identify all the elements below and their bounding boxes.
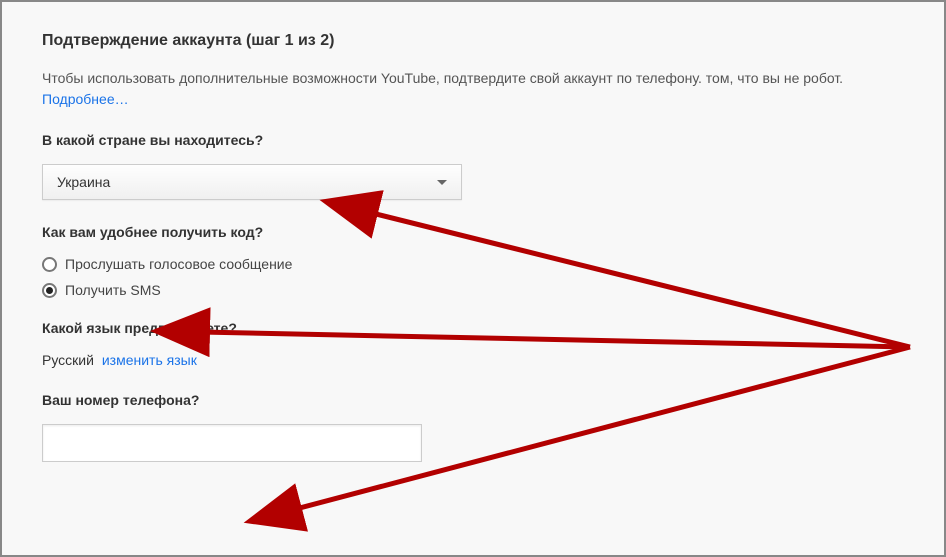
- language-current: Русский: [42, 352, 94, 368]
- radio-icon: [42, 283, 57, 298]
- page-title: Подтверждение аккаунта (шаг 1 из 2): [42, 32, 944, 50]
- phone-input[interactable]: [42, 424, 422, 462]
- country-dropdown[interactable]: Украина: [42, 164, 462, 200]
- radio-voice-label: Прослушать голосовое сообщение: [65, 256, 292, 272]
- language-question: Какой язык предпочитаете?: [42, 320, 944, 336]
- learn-more-link[interactable]: Подробнее…: [42, 91, 129, 107]
- country-question: В какой стране вы находитесь?: [42, 132, 944, 148]
- language-row: Русский изменить язык: [42, 352, 944, 368]
- phone-question: Ваш номер телефона?: [42, 392, 944, 408]
- method-question: Как вам удобнее получить код?: [42, 224, 944, 240]
- description-text: Чтобы использовать дополнительные возмож…: [42, 68, 922, 110]
- chevron-down-icon: [437, 180, 447, 185]
- radio-sms[interactable]: Получить SMS: [42, 282, 944, 298]
- radio-voice[interactable]: Прослушать голосовое сообщение: [42, 256, 944, 272]
- change-language-link[interactable]: изменить язык: [102, 352, 197, 368]
- country-selected-value: Украина: [57, 174, 110, 190]
- method-radio-group: Прослушать голосовое сообщение Получить …: [42, 256, 944, 298]
- verification-form: Подтверждение аккаунта (шаг 1 из 2) Чтоб…: [0, 0, 946, 557]
- description-part1: Чтобы использовать дополнительные возмож…: [42, 70, 843, 86]
- radio-sms-label: Получить SMS: [65, 282, 161, 298]
- radio-icon: [42, 257, 57, 272]
